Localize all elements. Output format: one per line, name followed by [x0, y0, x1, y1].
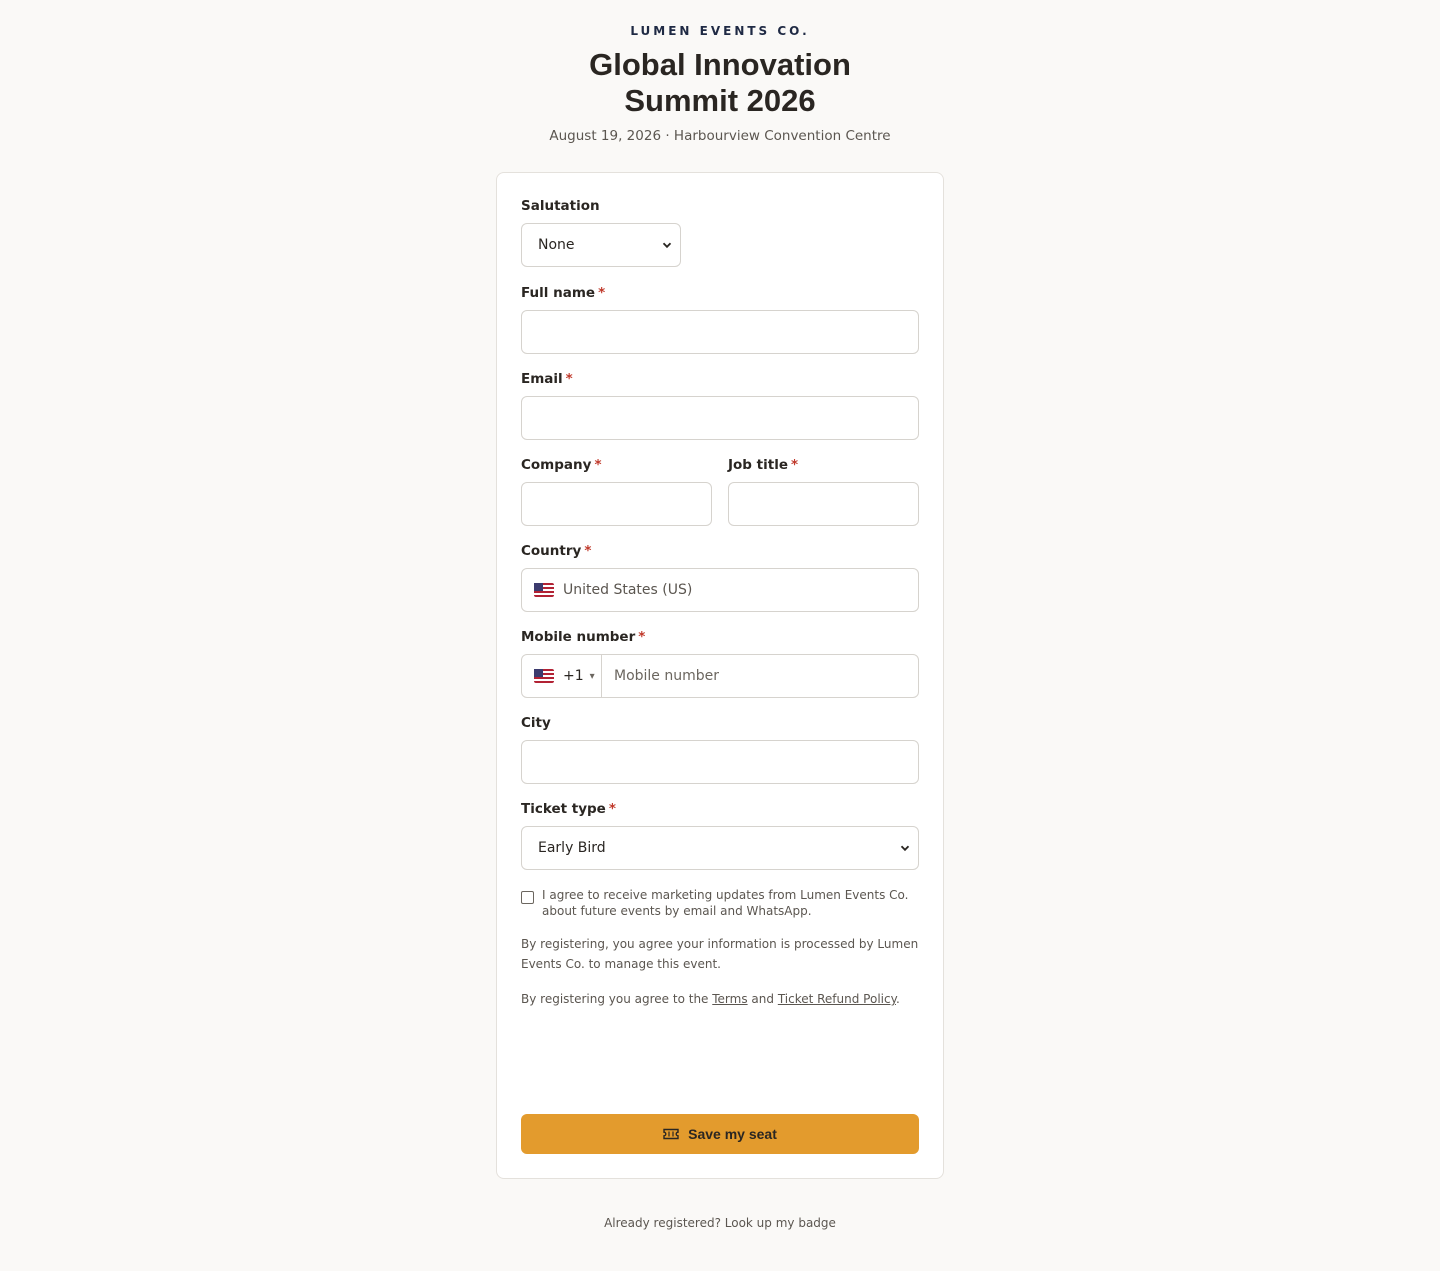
terms-link[interactable]: Terms — [712, 992, 747, 1006]
event-subtitle: August 19, 2026 · Harbourview Convention… — [549, 128, 891, 144]
mobile-number-input[interactable] — [602, 655, 918, 697]
title-line-2: Summit 2026 — [624, 83, 816, 118]
job-title-label-text: Job title — [728, 457, 788, 473]
salutation-label: Salutation — [521, 198, 600, 214]
job-title-label: Job title * — [728, 457, 798, 473]
full-name-label-text: Full name — [521, 285, 596, 301]
ticket-icon — [663, 1128, 679, 1140]
email-label-text: Email — [521, 371, 563, 387]
ticket-type-value: Early Bird — [538, 840, 606, 856]
dial-code: +1 — [563, 668, 584, 684]
marketing-consent-checkbox[interactable] — [521, 891, 534, 904]
required-marker: * — [594, 457, 602, 473]
registration-form-card: Salutation None Full name * Email * Compan… — [496, 172, 944, 1179]
lookup-badge-link[interactable]: Already registered? Look up my badge — [604, 1216, 836, 1230]
country-label-text: Country — [521, 543, 582, 559]
email-label: Email * — [521, 371, 573, 387]
ticket-type-label-text: Ticket type — [521, 801, 606, 817]
required-marker: * — [565, 371, 573, 387]
terms-suffix: . — [895, 992, 900, 1006]
terms-prefix: By registering you agree to the — [521, 992, 713, 1006]
us-flag-icon — [534, 669, 554, 683]
country-label: Country * — [521, 543, 591, 559]
full-name-label: Full name * — [521, 285, 605, 301]
title-line-1: Global Innovation — [589, 47, 851, 82]
required-marker: * — [790, 457, 799, 473]
salutation-value: None — [538, 237, 575, 253]
brand-name: LUMEN EVENTS CO. — [630, 24, 810, 38]
us-flag-icon — [534, 583, 554, 597]
mobile-field: +1 ▾ — [521, 654, 919, 698]
footer: Already registered? Look up my badge — [0, 1216, 1440, 1230]
mobile-label: Mobile number * — [521, 629, 645, 645]
full-name-input[interactable] — [521, 310, 919, 354]
refund-policy-link[interactable]: Ticket Refund Policy — [778, 992, 896, 1006]
save-my-seat-button[interactable]: Save my seat — [521, 1114, 919, 1154]
mobile-label-text: Mobile number — [521, 629, 636, 645]
salutation-select[interactable]: None — [521, 223, 681, 267]
save-my-seat-label: Save my seat — [688, 1126, 777, 1142]
terms-note: By registering you agree to the Terms an… — [521, 989, 921, 1009]
company-label-text: Company — [521, 457, 592, 473]
required-marker: * — [608, 801, 616, 817]
ticket-type-label: Ticket type * — [521, 801, 616, 817]
required-marker: * — [638, 629, 646, 645]
marketing-consent-text: I agree to receive marketing updates fro… — [542, 888, 909, 918]
required-marker: * — [584, 543, 592, 559]
city-label: City — [521, 715, 551, 731]
privacy-note: By registering, you agree your informati… — [521, 937, 919, 971]
city-label-text: City — [521, 715, 551, 731]
company-label: Company * — [521, 457, 602, 473]
required-marker: * — [598, 285, 606, 301]
terms-and: and — [747, 992, 778, 1006]
ticket-type-select[interactable]: Early Bird — [521, 826, 919, 870]
salutation-label-text: Salutation — [521, 198, 600, 214]
page-title: Global Innovation Summit 2026 — [0, 47, 1440, 119]
chevron-down-icon — [662, 242, 672, 249]
chevron-down-icon — [900, 845, 910, 852]
email-input[interactable] — [521, 396, 919, 440]
caret-down-icon: ▾ — [589, 670, 595, 682]
job-title-input[interactable] — [728, 482, 919, 526]
country-value: United States (US) — [563, 582, 693, 598]
company-input[interactable] — [521, 482, 712, 526]
country-select[interactable]: United States (US) — [521, 568, 919, 612]
city-input[interactable] — [521, 740, 919, 784]
dial-code-select[interactable]: +1 ▾ — [522, 655, 602, 697]
